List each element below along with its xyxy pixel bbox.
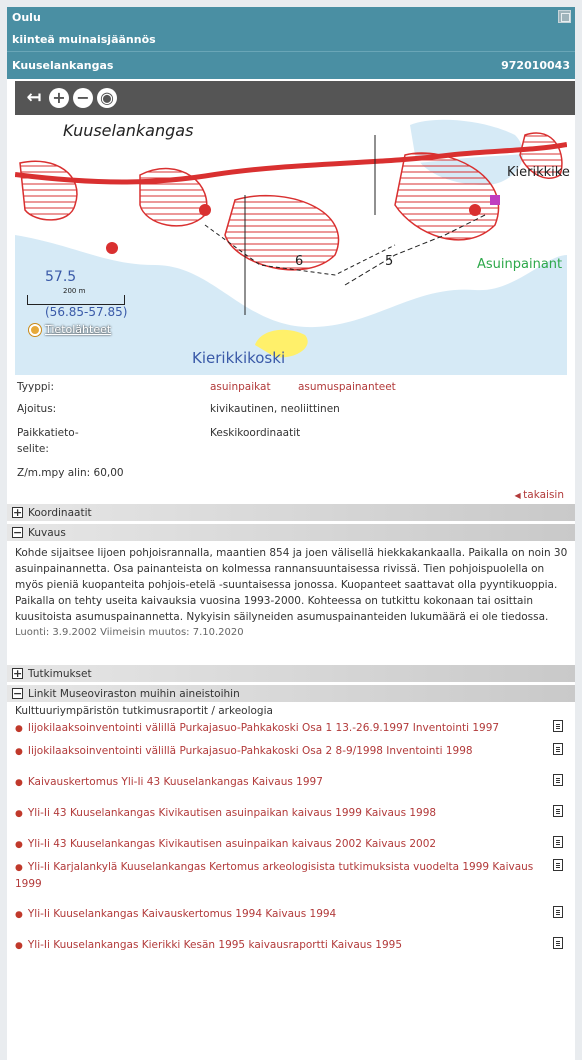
section-coordinates-title: Koordinaatit (28, 506, 92, 519)
report-link-text[interactable]: Yli-Ii Kuuselankangas Kierikki Kesän 199… (28, 939, 402, 951)
report-link[interactable]: ● Yli-Ii Kuuselankangas Kierikki Kesän 19… (15, 937, 567, 954)
info-row-dating: Ajoitus: kivikautinen, neoliittinen (17, 403, 568, 415)
document-icon[interactable] (553, 774, 563, 786)
report-link[interactable]: ● Yli-Ii 43 Kuuselankangas Kivikautisen a… (15, 805, 567, 822)
bullet-icon: ● (15, 809, 23, 819)
report-link[interactable]: ● Kaivauskertomus Yli-Ii 43 Kuuselankanga… (15, 774, 567, 791)
map-toolbar: ↤ + − ◉ (15, 81, 575, 115)
sources-icon (29, 323, 41, 336)
map-sources[interactable]: Tietolähteet (29, 323, 111, 336)
report-link-text[interactable]: Iijokilaaksoinventointi välillä Purkajas… (28, 745, 473, 757)
section-description[interactable]: − Kuvaus (7, 524, 575, 541)
bullet-icon: ● (15, 863, 23, 873)
report-link[interactable]: ● Yli-Ii Kuuselankangas Kaivauskertomus 1… (15, 906, 567, 923)
type-value-asumuspainanteet[interactable]: asumuspainanteet (298, 381, 396, 393)
window-icon[interactable] (558, 10, 571, 23)
map-number-6: 6 (295, 254, 303, 269)
report-link-text[interactable]: Yli-Ii 43 Kuuselankangas Kivikautisen as… (28, 838, 436, 850)
municipality: Oulu (12, 10, 41, 24)
section-description-title: Kuvaus (28, 526, 66, 539)
section-coordinates[interactable]: + Koordinaatit (7, 504, 575, 521)
report-link-text[interactable]: Iijokilaaksoinventointi välillä Purkajas… (28, 722, 499, 734)
section-links[interactable]: − Linkit Museoviraston muihin aineistoih… (7, 685, 575, 702)
document-icon[interactable] (553, 720, 563, 732)
sources-link[interactable]: Tietolähteet (45, 323, 111, 336)
info-row-type: Tyyppi: asuinpaikat asumuspainanteet (17, 381, 568, 393)
map[interactable]: ↤ + − ◉ 6 5 Kuuselankangas Kierikkike As… (7, 79, 575, 377)
collapse-icon[interactable]: − (12, 688, 23, 699)
bullet-icon: ● (15, 778, 23, 788)
links-list: ● Iijokilaaksoinventointi välillä Purkaja… (7, 720, 575, 954)
report-link-text[interactable]: Yli-Ii Kuuselankangas Kaivauskertomus 19… (28, 908, 336, 920)
category: kiinteä muinaisjäännös (12, 32, 156, 46)
dating-value: kivikautinen, neoliittinen (210, 403, 340, 415)
report-link-text[interactable]: Yli-Ii Karjalankylä Kuuselankangas Kerto… (15, 861, 533, 890)
map-canvas: 6 5 (15, 115, 567, 375)
type-values: asuinpaikat asumuspainanteet (210, 381, 420, 393)
header-row-municipality: Oulu (7, 7, 575, 27)
map-label-elevation: 57.5 (45, 269, 77, 285)
page: Oulu kiinteä muinaisjäännös Kuuselankang… (7, 7, 575, 1060)
gis-value: Keskikoordinaatit (210, 427, 301, 439)
bullet-icon: ● (15, 840, 23, 850)
dating-label: Ajoitus: (17, 403, 57, 415)
document-icon[interactable] (553, 805, 563, 817)
header-row-category: kiinteä muinaisjäännös (7, 27, 575, 51)
expand-icon[interactable]: + (12, 507, 23, 518)
document-icon[interactable] (553, 836, 563, 848)
expand-icon[interactable]: + (12, 668, 23, 679)
gis-label-line2: selite: (17, 443, 49, 455)
report-link[interactable]: ● Yli-Ii Karjalankylä Kuuselankangas Kert… (15, 859, 567, 892)
zoom-out-icon[interactable]: − (73, 88, 93, 108)
map-label-place: Kuuselankangas (63, 121, 194, 140)
document-icon[interactable] (553, 937, 563, 949)
map-number-5: 5 (385, 254, 393, 269)
description-text: Kohde sijaitsee Iijoen pohjoisrannalla, … (15, 547, 568, 623)
map-label-elevation-range: (56.85-57.85) (45, 305, 128, 319)
description-meta: Luonti: 3.9.2002 Viimeisin muutos: 7.10.… (15, 627, 244, 638)
info: Tyyppi: asuinpaikat asumuspainanteet Ajo… (7, 377, 575, 501)
back-icon[interactable]: ↤ (23, 87, 45, 109)
report-link-text[interactable]: Kaivauskertomus Yli-Ii 43 Kuuselankangas… (28, 776, 323, 788)
report-link-text[interactable]: Yli-Ii 43 Kuuselankangas Kivikautisen as… (28, 807, 436, 819)
type-label: Tyyppi: (17, 381, 54, 393)
map-scale-label: 200 m (63, 287, 86, 295)
zoom-in-icon[interactable]: + (49, 88, 69, 108)
collapse-icon[interactable]: − (12, 527, 23, 538)
zm-value: Z/m.mpy alin: 60,00 (17, 467, 124, 479)
info-row-gis: Paikkatieto- selite: Keskikoordinaatit (17, 425, 568, 457)
report-link[interactable]: ● Yli-Ii 43 Kuuselankangas Kivikautisen a… (15, 836, 567, 853)
map-label-kierikki: Kierikkike (507, 165, 570, 180)
site-id: 972010043 (501, 59, 570, 72)
bullet-icon: ● (15, 941, 23, 951)
section-research-title: Tutkimukset (28, 667, 92, 680)
bullet-icon: ● (15, 747, 23, 757)
section-links-title: Linkit Museoviraston muihin aineistoihin (28, 687, 240, 700)
bullet-icon: ● (15, 724, 23, 734)
map-scale (27, 295, 125, 305)
gis-label-line1: Paikkatieto- (17, 427, 79, 439)
document-icon[interactable] (553, 859, 563, 871)
map-label-asuin: Asuinpainant (477, 257, 563, 272)
report-link[interactable]: ● Iijokilaaksoinventointi välillä Purkaja… (15, 720, 567, 737)
locate-icon[interactable]: ◉ (97, 88, 117, 108)
map-label-river: Kierikkikoski (192, 349, 286, 367)
links-subtitle: Kulttuuriympäristön tutkimusraportit / a… (15, 705, 273, 717)
header-row-name: Kuuselankangas 972010043 (7, 51, 575, 79)
header: Oulu kiinteä muinaisjäännös Kuuselankang… (7, 7, 575, 79)
type-value-asuinpaikat[interactable]: asuinpaikat (210, 381, 271, 393)
bullet-icon: ● (15, 910, 23, 920)
document-icon[interactable] (553, 743, 563, 755)
document-icon[interactable] (553, 906, 563, 918)
gis-label: Paikkatieto- selite: (17, 425, 210, 457)
report-link[interactable]: ● Iijokilaaksoinventointi välillä Purkaja… (15, 743, 567, 760)
site-name: Kuuselankangas (12, 59, 114, 72)
section-research[interactable]: + Tutkimukset (7, 665, 575, 682)
back-link[interactable]: takaisin (17, 489, 568, 501)
